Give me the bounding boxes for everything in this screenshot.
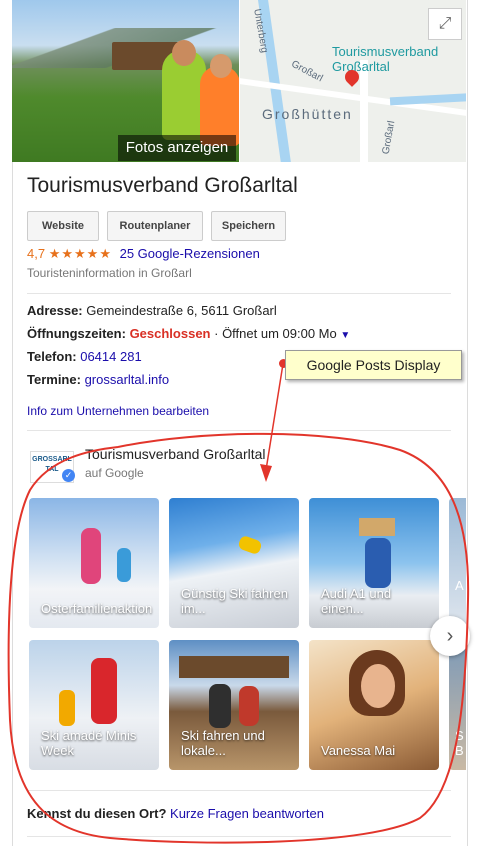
annotation-arrow [265, 363, 284, 471]
annotation-overlay [7, 363, 470, 844]
annotation-callout: Google Posts Display [285, 350, 462, 380]
annotation-ellipse [7, 432, 470, 844]
annotation-arrowhead [260, 464, 272, 482]
